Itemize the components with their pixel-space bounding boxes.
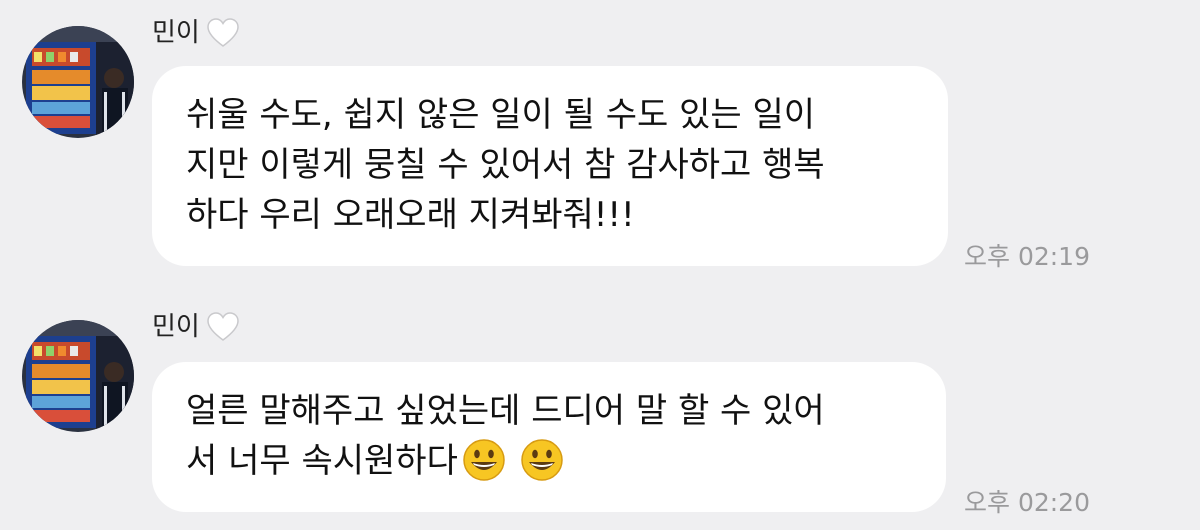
message-bubble[interactable]: 쉬울 수도, 쉽지 않은 일이 될 수도 있는 일이 지만 이렇게 뭉칠 수 있… [152,66,948,266]
grinning-face-icon [520,438,564,482]
timestamp: 오후 02:19 [964,242,1090,271]
sender-name: 민이 [152,312,200,342]
message-item: 민이 쉬울 수도, 쉽지 않은 일이 될 수도 있는 일이 지만 이렇게 뭉칠 … [0,0,1200,280]
sender-name: 민이 [152,18,200,48]
message-bubble[interactable]: 얼른 말해주고 싶었는데 드디어 말 할 수 있어 서 너무 속시원하다 [152,362,946,512]
timestamp: 오후 02:20 [964,488,1090,517]
profile-photo-icon [22,320,134,432]
sender-row: 민이 [152,16,240,50]
message-item: 민이 얼른 말해주고 싶었는데 드디어 말 할 수 있어 서 너무 속시원하다 … [0,300,1200,530]
sender-row: 민이 [152,310,240,344]
message-text: 얼른 말해주고 싶었는데 드디어 말 할 수 있어 서 너무 속시원하다 [186,386,912,486]
white-heart-icon [206,311,240,343]
avatar[interactable] [22,320,134,432]
avatar[interactable] [22,26,134,138]
message-text: 쉬울 수도, 쉽지 않은 일이 될 수도 있는 일이 지만 이렇게 뭉칠 수 있… [186,95,825,235]
white-heart-icon [206,17,240,49]
grinning-face-icon [462,438,506,482]
profile-photo-icon [22,26,134,138]
